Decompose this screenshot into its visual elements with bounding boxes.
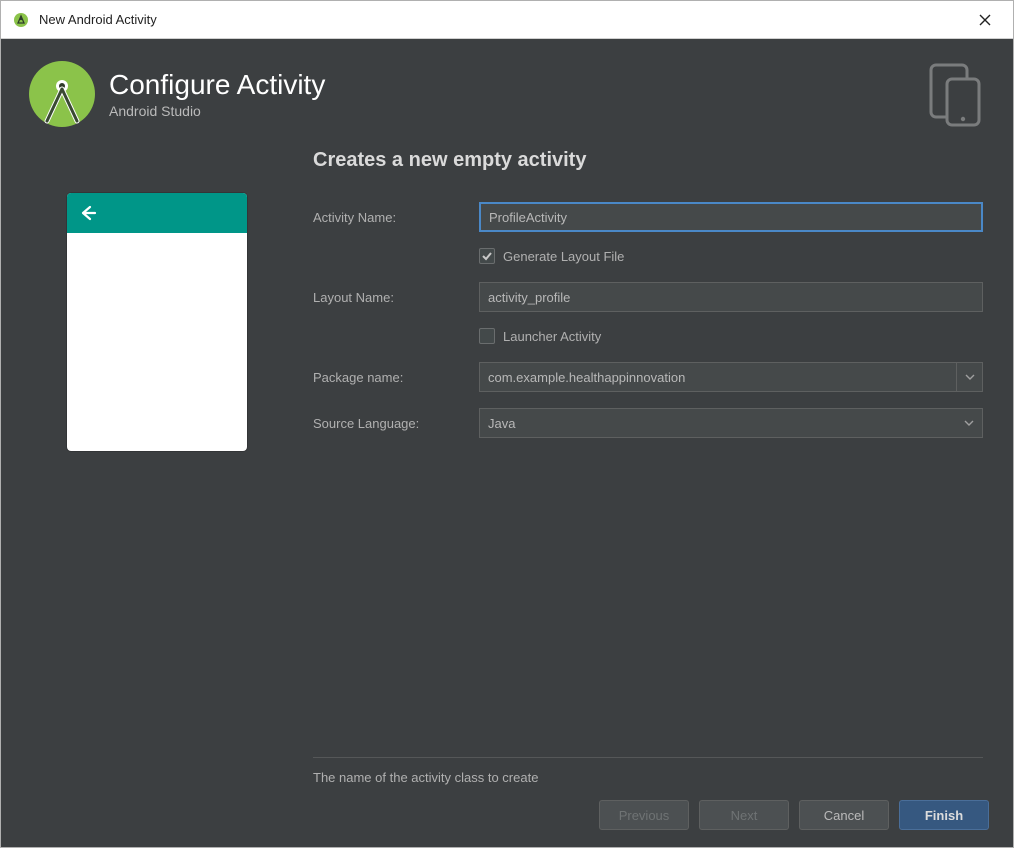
main-body: Creates a new empty activity Activity Na… (1, 149, 1013, 793)
page-title: Configure Activity (109, 69, 921, 101)
launcher-activity-checkbox-row: Launcher Activity (479, 328, 983, 344)
generate-layout-label: Generate Layout File (503, 249, 624, 264)
package-name-value: com.example.healthappinnovation (488, 370, 956, 385)
page-subtitle: Android Studio (109, 103, 921, 119)
package-name-label: Package name: (313, 370, 479, 385)
dialog-footer: Previous Next Cancel Finish (1, 793, 1013, 847)
form-area: Creates a new empty activity Activity Na… (313, 149, 1013, 793)
separator (313, 757, 983, 758)
launcher-activity-label: Launcher Activity (503, 329, 601, 344)
dialog-header: Configure Activity Android Studio (1, 39, 1013, 149)
launcher-activity-checkbox[interactable] (479, 328, 495, 344)
activity-name-row: Activity Name: (313, 202, 983, 232)
mock-appbar (67, 193, 247, 233)
source-language-row: Source Language: Java (313, 408, 983, 438)
window-close-button[interactable] (965, 1, 1005, 39)
dialog-content: Configure Activity Android Studio (1, 39, 1013, 847)
form-spacer (313, 454, 983, 757)
generate-layout-checkbox-row: Generate Layout File (479, 248, 983, 264)
template-preview (1, 149, 313, 793)
previous-button[interactable]: Previous (599, 800, 689, 830)
layout-name-row: Layout Name: (313, 282, 983, 312)
header-text: Configure Activity Android Studio (109, 69, 921, 119)
activity-name-label: Activity Name: (313, 210, 479, 225)
dialog-window: New Android Activity Configure Activity … (0, 0, 1014, 848)
source-language-combo[interactable]: Java (479, 408, 983, 438)
section-heading: Creates a new empty activity (313, 149, 983, 172)
package-name-row: Package name: com.example.healthappinnov… (313, 362, 983, 392)
layout-name-label: Layout Name: (313, 290, 479, 305)
activity-name-input[interactable] (479, 202, 983, 232)
finish-button[interactable]: Finish (899, 800, 989, 830)
phone-mock-icon (67, 193, 247, 451)
chevron-down-icon[interactable] (956, 409, 982, 437)
cancel-button[interactable]: Cancel (799, 800, 889, 830)
package-name-combo[interactable]: com.example.healthappinnovation (479, 362, 983, 392)
window-title: New Android Activity (39, 12, 965, 27)
generate-layout-checkbox[interactable] (479, 248, 495, 264)
help-text: The name of the activity class to create (313, 770, 983, 785)
source-language-label: Source Language: (313, 416, 479, 431)
devices-icon (921, 61, 987, 127)
source-language-value: Java (488, 416, 956, 431)
layout-name-input[interactable] (479, 282, 983, 312)
chevron-down-icon[interactable] (956, 363, 982, 391)
titlebar: New Android Activity (1, 1, 1013, 39)
next-button[interactable]: Next (699, 800, 789, 830)
android-studio-logo-icon (27, 59, 97, 129)
back-arrow-icon (79, 204, 97, 222)
android-studio-icon (13, 12, 29, 28)
